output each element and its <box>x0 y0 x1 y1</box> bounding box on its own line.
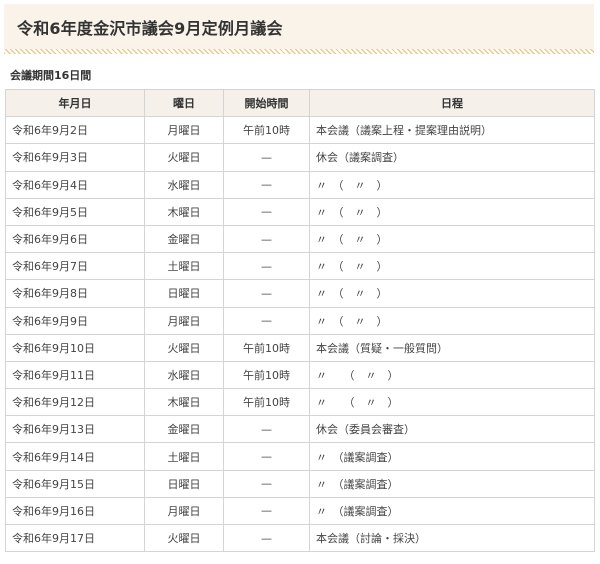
cell-date: 令和6年9月11日 <box>5 360 145 390</box>
cell-start-time: — <box>223 523 310 553</box>
cell-schedule: 〃 （ 〃 ） <box>309 252 595 281</box>
cell-day: 金曜日 <box>144 415 224 444</box>
cell-schedule: 〃 （ 〃 ） <box>309 170 595 199</box>
page-title: 令和6年度金沢市議会9月定例月議会 <box>17 18 283 38</box>
header-start-time: 開始時間 <box>223 88 310 118</box>
table-row: 令和6年9月4日 水曜日 — 〃 （ 〃 ） <box>5 170 595 199</box>
cell-date: 令和6年9月3日 <box>5 143 145 172</box>
cell-start-time: — <box>223 224 310 254</box>
cell-date: 令和6年9月5日 <box>5 197 145 226</box>
session-duration-label: 会議期間16日間 <box>10 69 92 82</box>
cell-day: 水曜日 <box>144 360 224 390</box>
cell-date: 令和6年9月7日 <box>5 252 145 281</box>
cell-schedule: 本会議（討論・採決） <box>309 523 595 553</box>
cell-day: 月曜日 <box>144 306 224 335</box>
cell-day: 土曜日 <box>144 252 224 281</box>
cell-schedule: 〃 （ 〃 ） <box>309 388 595 417</box>
session-schedule-table: 年月日 曜日 開始時間 日程 令和6年9月2日 月曜日 午前10時 本会議（議案上程・… <box>5 88 595 553</box>
cell-schedule: 休会（委員会審査） <box>309 415 595 444</box>
cell-date: 令和6年9月6日 <box>5 224 145 254</box>
cell-schedule: 休会（議案調査） <box>309 143 595 172</box>
header-date: 年月日 <box>5 88 145 118</box>
table-row: 令和6年9月13日 金曜日 — 休会（委員会審査） <box>5 415 595 444</box>
table-row: 令和6年9月16日 月曜日 — 〃 （議案調査） <box>5 496 595 526</box>
cell-date: 令和6年9月15日 <box>5 469 145 498</box>
cell-day: 月曜日 <box>144 116 224 145</box>
cell-start-time: 午前10時 <box>223 333 310 362</box>
cell-day: 月曜日 <box>144 496 224 526</box>
cell-day: 水曜日 <box>144 170 224 199</box>
cell-schedule: 〃 （ 〃 ） <box>309 224 595 254</box>
cell-schedule: 〃 （ 〃 ） <box>309 279 595 308</box>
cell-day: 木曜日 <box>144 388 224 417</box>
table-row: 令和6年9月6日 金曜日 — 〃 （ 〃 ） <box>5 224 595 254</box>
cell-schedule: 〃 （ 〃 ） <box>309 360 595 390</box>
table-row: 令和6年9月14日 土曜日 — 〃 （議案調査） <box>5 442 595 471</box>
header-day: 曜日 <box>144 88 224 118</box>
cell-start-time: — <box>223 252 310 281</box>
cell-schedule: 本会議（質疑・一般質問） <box>309 333 595 362</box>
cell-date: 令和6年9月2日 <box>5 116 145 145</box>
cell-date: 令和6年9月8日 <box>5 279 145 308</box>
cell-day: 土曜日 <box>144 442 224 471</box>
table-row: 令和6年9月5日 木曜日 — 〃 （ 〃 ） <box>5 197 595 226</box>
cell-start-time: 午前10時 <box>223 360 310 390</box>
cell-start-time: — <box>223 279 310 308</box>
cell-date: 令和6年9月16日 <box>5 496 145 526</box>
cell-day: 火曜日 <box>144 143 224 172</box>
cell-day: 火曜日 <box>144 333 224 362</box>
cell-day: 日曜日 <box>144 469 224 498</box>
cell-start-time: — <box>223 415 310 444</box>
cell-start-time: — <box>223 469 310 498</box>
table-header-row: 年月日 曜日 開始時間 日程 <box>5 88 595 118</box>
table-row: 令和6年9月11日 水曜日 午前10時〃 （ 〃 ） <box>5 360 595 390</box>
cell-schedule: 本会議（議案上程・提案理由説明） <box>309 116 595 145</box>
cell-date: 令和6年9月12日 <box>5 388 145 417</box>
cell-start-time: — <box>223 306 310 335</box>
table-row: 令和6年9月8日 日曜日 — 〃 （ 〃 ） <box>5 279 595 308</box>
cell-schedule: 〃 （議案調査） <box>309 442 595 471</box>
cell-start-time: — <box>223 170 310 199</box>
cell-schedule: 〃 （ 〃 ） <box>309 306 595 335</box>
cell-start-time: — <box>223 197 310 226</box>
cell-date: 令和6年9月17日 <box>5 523 145 553</box>
title-decorative-border <box>4 49 594 54</box>
table-row: 令和6年9月10日 火曜日 午前10時 本会議（質疑・一般質問） <box>5 333 595 362</box>
cell-day: 木曜日 <box>144 197 224 226</box>
cell-day: 日曜日 <box>144 279 224 308</box>
table-row: 令和6年9月17日 火曜日 — 本会議（討論・採決） <box>5 523 595 553</box>
table-row: 令和6年9月12日 木曜日 午前10時〃 （ 〃 ） <box>5 388 595 417</box>
cell-day: 火曜日 <box>144 523 224 553</box>
cell-date: 令和6年9月13日 <box>5 415 145 444</box>
cell-date: 令和6年9月10日 <box>5 333 145 362</box>
cell-schedule: 〃 （ 〃 ） <box>309 197 595 226</box>
cell-schedule: 〃 （議案調査） <box>309 469 595 498</box>
header-schedule: 日程 <box>309 88 595 118</box>
table-row: 令和6年9月7日 土曜日 — 〃 （ 〃 ） <box>5 252 595 281</box>
cell-start-time: 午前10時 <box>223 388 310 417</box>
cell-date: 令和6年9月4日 <box>5 170 145 199</box>
table-row: 令和6年9月2日 月曜日 午前10時 本会議（議案上程・提案理由説明） <box>5 116 595 145</box>
page-title-bar: 令和6年度金沢市議会9月定例月議会 <box>4 4 594 49</box>
cell-date: 令和6年9月9日 <box>5 306 145 335</box>
cell-date: 令和6年9月14日 <box>5 442 145 471</box>
cell-schedule: 〃 （議案調査） <box>309 496 595 526</box>
cell-start-time: 午前10時 <box>223 116 310 145</box>
cell-start-time: — <box>223 442 310 471</box>
table-row: 令和6年9月3日 火曜日 — 休会（議案調査） <box>5 143 595 172</box>
cell-start-time: — <box>223 496 310 526</box>
table-row: 令和6年9月9日 月曜日 — 〃 （ 〃 ） <box>5 306 595 335</box>
table-body: 令和6年9月2日 月曜日 午前10時 本会議（議案上程・提案理由説明） 令和6年9月3日… <box>5 116 595 553</box>
cell-day: 金曜日 <box>144 224 224 254</box>
cell-start-time: — <box>223 143 310 172</box>
table-row: 令和6年9月15日 日曜日 — 〃 （議案調査） <box>5 469 595 498</box>
